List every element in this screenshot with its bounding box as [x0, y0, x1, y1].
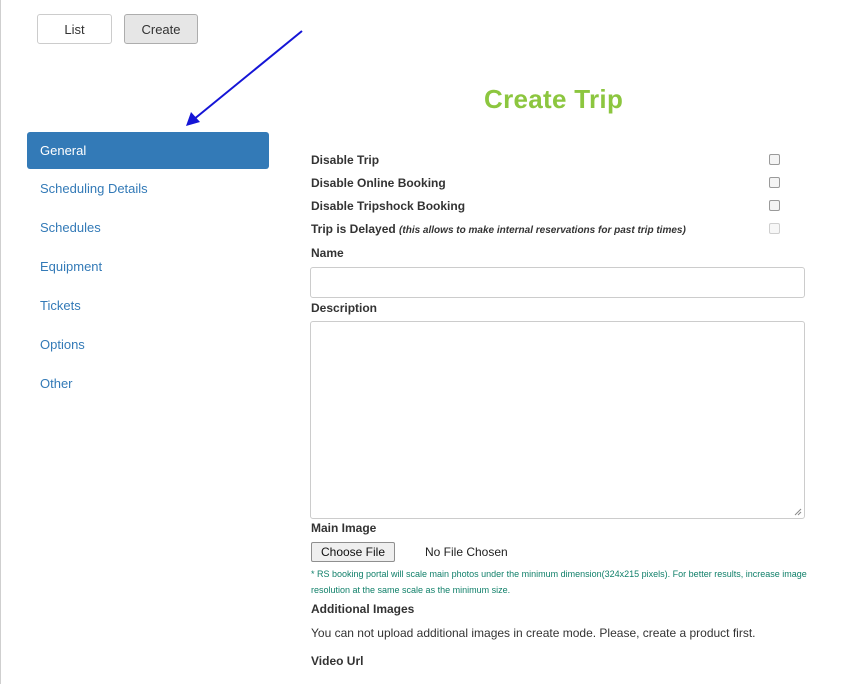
disable-online-booking-label: Disable Online Booking: [311, 176, 446, 190]
disable-tripshock-booking-checkbox[interactable]: [769, 200, 780, 211]
resize-handle-icon[interactable]: [794, 508, 802, 516]
disable-trip-label: Disable Trip: [311, 153, 380, 167]
choose-file-button[interactable]: Choose File: [311, 542, 395, 562]
left-border: [0, 0, 1, 684]
additional-images-label: Additional Images: [311, 602, 415, 616]
video-url-label: Video Url: [311, 654, 364, 668]
disable-trip-row: Disable Trip: [310, 150, 780, 172]
description-textarea[interactable]: [310, 321, 805, 519]
main-image-label: Main Image: [311, 521, 377, 535]
image-hint: * RS booking portal will scale main phot…: [311, 569, 807, 595]
sidebar-item-options[interactable]: Options: [27, 326, 269, 364]
sidebar-item-other[interactable]: Other: [27, 365, 269, 403]
page-title: Create Trip: [484, 84, 624, 114]
create-button[interactable]: Create: [124, 14, 198, 44]
sidebar-item-scheduling-details[interactable]: Scheduling Details: [27, 170, 269, 208]
disable-tripshock-booking-label: Disable Tripshock Booking: [311, 199, 466, 213]
trip-delayed-note: (this allows to make internal reservatio…: [399, 225, 686, 236]
disable-trip-checkbox[interactable]: [769, 154, 780, 165]
trip-delayed-checkbox[interactable]: [769, 223, 780, 234]
description-label: Description: [311, 301, 378, 315]
name-input[interactable]: [310, 267, 805, 298]
disable-online-booking-checkbox[interactable]: [769, 177, 780, 188]
name-label: Name: [311, 246, 344, 260]
disable-tripshock-booking-row: Disable Tripshock Booking: [310, 196, 780, 218]
additional-images-text: You can not upload additional images in …: [311, 626, 756, 640]
trip-delayed-row: Trip is Delayed (this allows to make int…: [310, 219, 780, 241]
sidebar-nav: General Scheduling Details Schedules Equ…: [27, 132, 269, 404]
trip-delayed-label: Trip is Delayed (this allows to make int…: [311, 222, 686, 236]
sidebar-item-general[interactable]: General: [27, 132, 269, 169]
sidebar-item-schedules[interactable]: Schedules: [27, 209, 269, 247]
sidebar-item-tickets[interactable]: Tickets: [27, 287, 269, 325]
list-button[interactable]: List: [37, 14, 112, 44]
sidebar-item-equipment[interactable]: Equipment: [27, 248, 269, 286]
disable-online-booking-row: Disable Online Booking: [310, 173, 780, 195]
file-status-text: No File Chosen: [425, 545, 508, 559]
trip-delayed-text: Trip is Delayed: [311, 222, 396, 236]
